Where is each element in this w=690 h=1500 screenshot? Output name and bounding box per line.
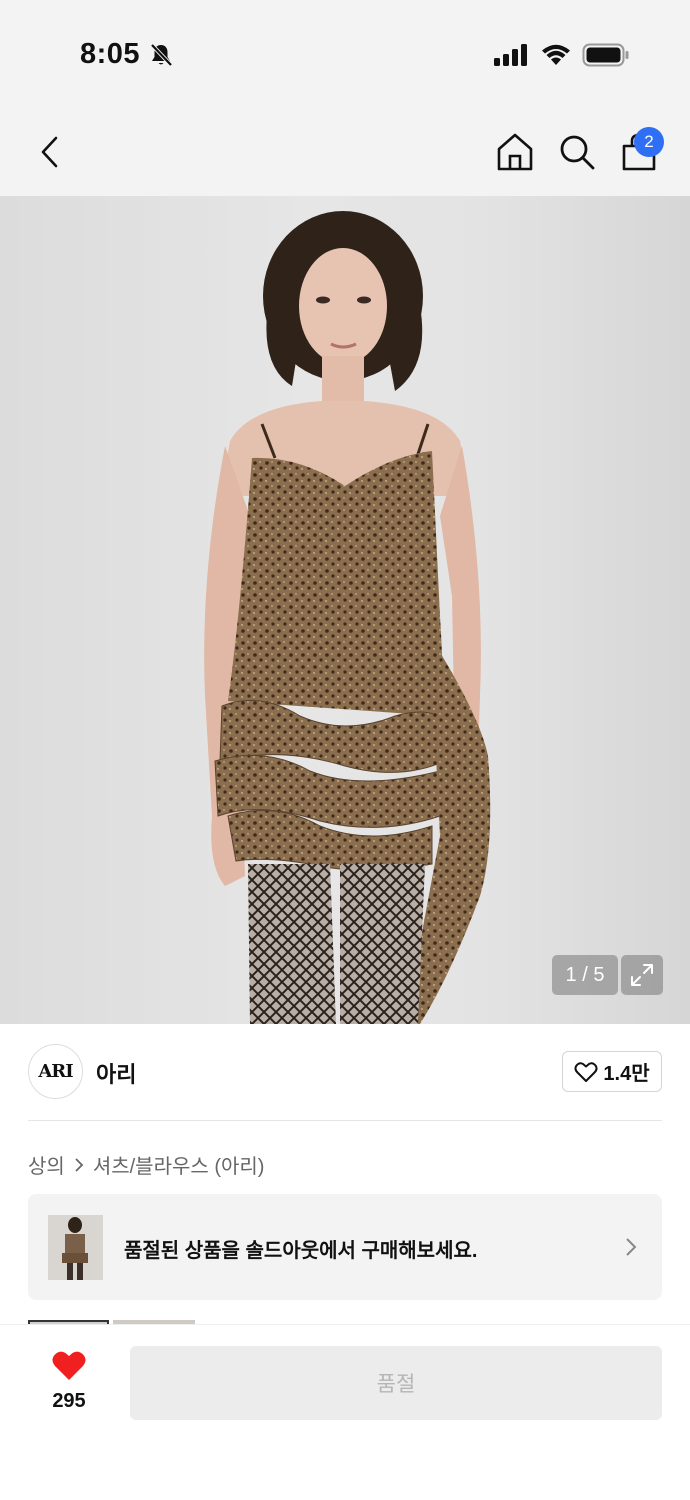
soldout-button[interactable]: 품절 xyxy=(130,1346,662,1420)
signal-icon xyxy=(494,44,527,66)
wifi-icon xyxy=(542,44,570,65)
wishlist-count: 295 xyxy=(52,1390,86,1412)
soldout-banner[interactable]: 품절된 상품을 솔드아웃에서 구매해보세요. xyxy=(28,1194,662,1300)
banner-thumbnail xyxy=(48,1215,103,1280)
status-bar: 8:05 xyxy=(0,0,690,110)
wishlist-button[interactable]: 295 xyxy=(36,1348,102,1418)
breadcrumb-category[interactable]: 상의 xyxy=(28,1150,65,1179)
expand-icon[interactable] xyxy=(621,955,663,995)
heart-filled-icon xyxy=(52,1351,86,1380)
back-chevron-icon[interactable] xyxy=(30,130,70,174)
banner-text: 품절된 상품을 솔드아웃에서 구매해보세요. xyxy=(124,1240,478,1262)
heart-outline-icon xyxy=(574,1061,598,1082)
brand-row: ARI 아리 1.4만 xyxy=(28,1044,662,1100)
breadcrumb: 상의 셔츠/블라우스 (아리) xyxy=(28,1150,264,1179)
search-icon[interactable] xyxy=(556,130,598,174)
home-icon[interactable] xyxy=(494,130,536,174)
image-counter: 1 / 5 xyxy=(552,955,618,995)
chevron-right-icon xyxy=(75,1157,84,1172)
divider xyxy=(28,1120,662,1121)
nav-bar xyxy=(0,110,690,196)
status-time: 8:05 xyxy=(80,38,141,70)
battery-icon xyxy=(582,43,629,67)
breadcrumb-subcategory[interactable]: 셔츠/블라우스 (아리) xyxy=(93,1150,265,1179)
brand-like-button[interactable]: 1.4만 xyxy=(562,1051,662,1092)
brand-like-count: 1.4만 xyxy=(603,1063,650,1085)
brand-name[interactable]: 아리 xyxy=(96,1057,136,1089)
product-image[interactable] xyxy=(0,196,690,1024)
chevron-right-icon xyxy=(624,1236,638,1263)
bell-slash-icon xyxy=(148,42,174,73)
brand-logo[interactable]: ARI xyxy=(28,1044,83,1099)
cart-count-badge: 2 xyxy=(634,127,664,157)
